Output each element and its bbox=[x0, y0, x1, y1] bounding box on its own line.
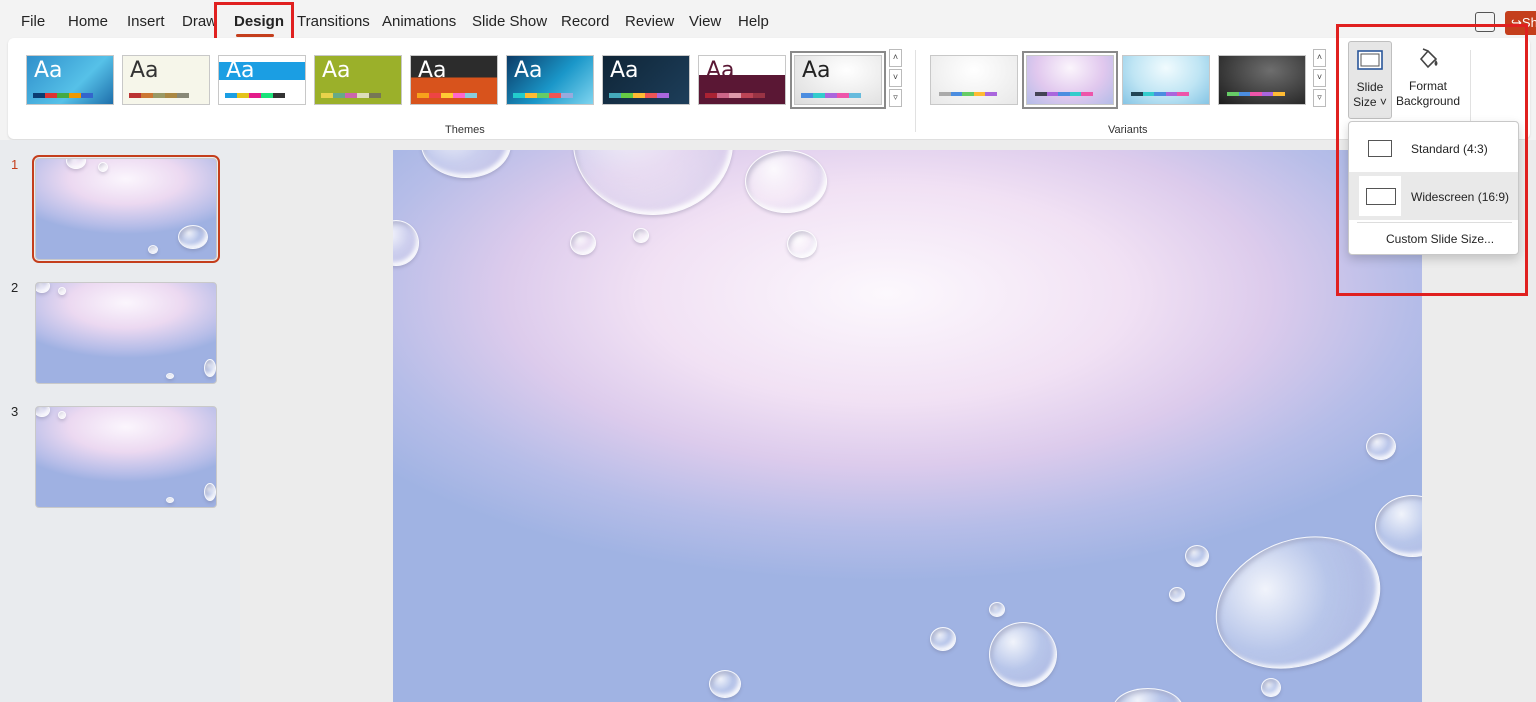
variants-scroll-down-button[interactable]: ˅ bbox=[1313, 69, 1326, 87]
water-droplet bbox=[421, 150, 511, 178]
water-droplet bbox=[709, 670, 741, 698]
tab-record[interactable]: Record bbox=[561, 13, 609, 30]
water-droplet bbox=[930, 627, 956, 651]
chevron-up-icon: ˄ bbox=[892, 52, 899, 62]
tab-home[interactable]: Home bbox=[68, 13, 108, 30]
theme-thumbnail[interactable]: Aa bbox=[26, 55, 114, 105]
water-droplet bbox=[1185, 545, 1209, 567]
water-droplet bbox=[989, 622, 1057, 687]
slide-thumbnails-panel: 1 2 3 bbox=[0, 140, 240, 702]
water-droplet bbox=[570, 231, 596, 255]
water-droplet bbox=[1261, 678, 1281, 697]
design-ribbon: Aa Aa Aa Aa Aa Aa Aa Aa Aa ˄ ˅ ▿ Themes bbox=[8, 38, 1530, 139]
theme-thumbnail[interactable]: Aa bbox=[602, 55, 690, 105]
theme-thumbnail[interactable]: Aa bbox=[698, 55, 786, 105]
water-droplet bbox=[1169, 587, 1185, 602]
tab-file[interactable]: File bbox=[21, 13, 45, 30]
theme-label: Aa bbox=[610, 58, 639, 83]
tab-slide-show[interactable]: Slide Show bbox=[472, 13, 547, 30]
tab-draw[interactable]: Draw bbox=[182, 13, 217, 30]
variants-scroll-up-button[interactable]: ˄ bbox=[1313, 49, 1326, 67]
slide-size-highlight bbox=[1336, 24, 1528, 296]
theme-label: Aa bbox=[514, 58, 543, 83]
water-droplet bbox=[1113, 688, 1183, 702]
tab-help[interactable]: Help bbox=[738, 13, 769, 30]
theme-label: Aa bbox=[418, 58, 447, 83]
tab-review[interactable]: Review bbox=[625, 13, 674, 30]
water-droplet bbox=[1366, 433, 1396, 460]
slide-canvas[interactable] bbox=[393, 150, 1422, 702]
water-droplet bbox=[393, 220, 419, 266]
variants-group-label: Variants bbox=[1108, 124, 1148, 136]
theme-label: Aa bbox=[34, 58, 63, 83]
slide-thumbnail-3[interactable] bbox=[35, 406, 217, 508]
theme-thumbnail[interactable]: Aa bbox=[314, 55, 402, 105]
theme-thumbnail[interactable]: Aa bbox=[410, 55, 498, 105]
theme-label: Aa bbox=[322, 58, 351, 83]
water-droplet bbox=[745, 150, 827, 213]
theme-thumbnail[interactable]: Aa bbox=[122, 55, 210, 105]
slide-number: 2 bbox=[11, 280, 19, 295]
tab-animations[interactable]: Animations bbox=[382, 13, 456, 30]
tab-view[interactable]: View bbox=[689, 13, 721, 30]
theme-label: Aa bbox=[706, 58, 735, 83]
theme-thumbnail[interactable]: Aa bbox=[218, 55, 306, 105]
themes-more-button[interactable]: ▿ bbox=[889, 89, 902, 107]
theme-label: Aa bbox=[130, 58, 159, 83]
slide-number: 3 bbox=[11, 404, 19, 419]
variant-thumbnail[interactable] bbox=[1218, 55, 1306, 105]
chevron-down-icon: ˅ bbox=[1316, 72, 1323, 82]
tab-insert[interactable]: Insert bbox=[127, 13, 165, 30]
slide-thumbnail-2[interactable] bbox=[35, 282, 217, 384]
themes-scroll-up-button[interactable]: ˄ bbox=[889, 49, 902, 67]
theme-thumbnail-droplet[interactable]: Aa bbox=[790, 51, 886, 109]
themes-scroll-down-button[interactable]: ˅ bbox=[889, 69, 902, 87]
more-icon: ▿ bbox=[893, 92, 898, 102]
tab-transitions[interactable]: Transitions bbox=[297, 13, 370, 30]
variant-thumbnail[interactable] bbox=[1122, 55, 1210, 105]
variant-thumbnail[interactable] bbox=[930, 55, 1018, 105]
group-divider bbox=[915, 50, 916, 132]
more-icon: ▿ bbox=[1317, 92, 1322, 102]
theme-thumbnail[interactable]: Aa bbox=[506, 55, 594, 105]
slide-number: 1 bbox=[11, 157, 19, 172]
variant-thumbnail-selected[interactable] bbox=[1022, 51, 1118, 109]
chevron-down-icon: ˅ bbox=[892, 72, 899, 82]
water-droplet bbox=[1375, 495, 1422, 557]
slide-thumbnail-1[interactable] bbox=[32, 155, 220, 263]
theme-label: Aa bbox=[802, 58, 831, 83]
theme-label: Aa bbox=[226, 58, 255, 83]
water-droplet bbox=[1195, 512, 1401, 693]
themes-group-label: Themes bbox=[445, 124, 485, 136]
water-droplet bbox=[573, 150, 733, 215]
chevron-up-icon: ˄ bbox=[1316, 52, 1323, 62]
water-droplet bbox=[787, 230, 817, 258]
water-droplet bbox=[989, 602, 1005, 617]
water-droplet bbox=[633, 228, 649, 243]
variants-more-button[interactable]: ▿ bbox=[1313, 89, 1326, 107]
